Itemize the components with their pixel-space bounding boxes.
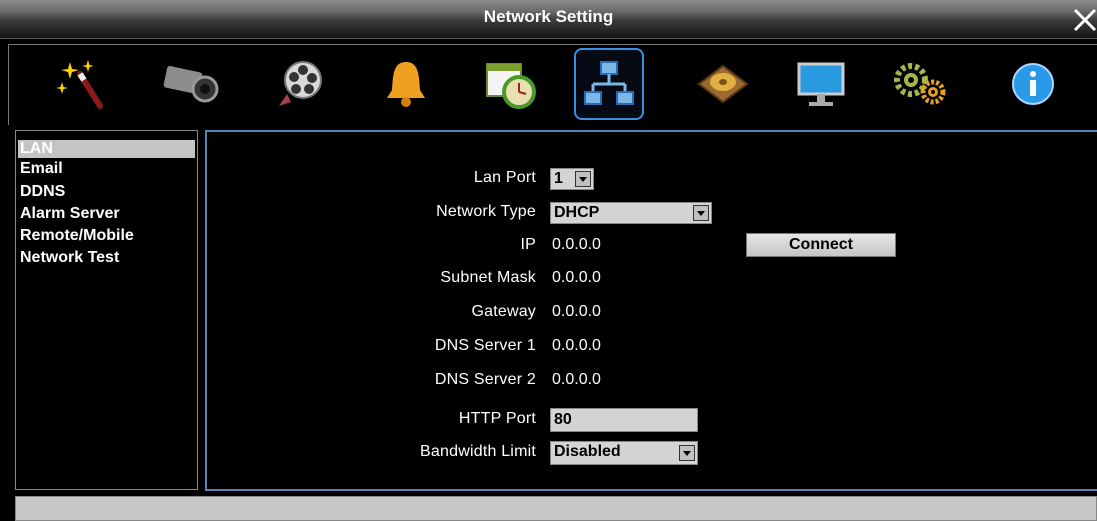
lan-port-label: Lan Port [473,169,536,186]
monitor-icon[interactable] [789,51,853,117]
schedule-clock-icon[interactable] [479,51,543,117]
network-type-label: Network Type [436,203,536,220]
ip-label: IP [520,236,536,253]
network-type-select[interactable]: DHCP [550,202,712,224]
lan-port-select[interactable]: 1 [550,168,594,190]
window-title: Network Setting [483,7,614,26]
title-bar: Network Setting [0,0,1097,39]
sidebar-item-remote-mobile[interactable]: Remote/Mobile [18,227,195,245]
sidebar-item-alarm-server[interactable]: Alarm Server [18,205,195,223]
sidebar-item-email[interactable]: Email [18,160,195,178]
subnet-mask-value: 0.0.0.0 [552,269,601,286]
network-icon[interactable] [574,48,644,120]
hard-disk-icon[interactable] [691,51,755,117]
chevron-down-icon [575,171,591,187]
bandwidth-limit-value: Disabled [554,443,621,460]
bandwidth-limit-select[interactable]: Disabled [550,441,698,465]
dns-server-1-label: DNS Server 1 [434,337,536,354]
sidebar-item-lan[interactable]: LAN [18,140,195,158]
lan-port-value: 1 [554,170,563,187]
settings-sidebar: LAN Email DDNS Alarm Server Remote/Mobil… [15,130,198,490]
chevron-down-icon [679,445,695,461]
chevron-down-icon [693,205,709,221]
dns-server-1-value: 0.0.0.0 [552,337,601,354]
sidebar-item-network-test[interactable]: Network Test [18,249,195,267]
subnet-mask-label: Subnet Mask [440,269,536,286]
dns-server-2-label: DNS Server 2 [434,371,536,388]
bandwidth-limit-label: Bandwidth Limit [420,443,536,460]
info-icon[interactable] [1001,51,1065,117]
camera-icon[interactable] [159,51,223,117]
http-port-input[interactable]: 80 [550,408,698,432]
close-icon[interactable] [1069,4,1097,34]
connect-button[interactable]: Connect [746,233,896,257]
status-bar [15,496,1097,521]
gateway-value: 0.0.0.0 [552,303,601,320]
sidebar-item-ddns[interactable]: DDNS [18,183,195,201]
alarm-bell-icon[interactable] [374,51,438,117]
film-reel-icon[interactable] [269,51,333,117]
magic-wand-icon[interactable] [46,51,110,117]
http-port-label: HTTP Port [458,410,536,427]
lan-settings-panel [205,130,1097,491]
network-type-value: DHCP [554,204,600,221]
category-toolbar [8,44,1097,125]
dns-server-2-value: 0.0.0.0 [552,371,601,388]
ip-value: 0.0.0.0 [552,236,601,253]
gears-icon[interactable] [889,51,953,117]
http-port-value: 80 [554,411,572,428]
gateway-label: Gateway [471,303,536,320]
